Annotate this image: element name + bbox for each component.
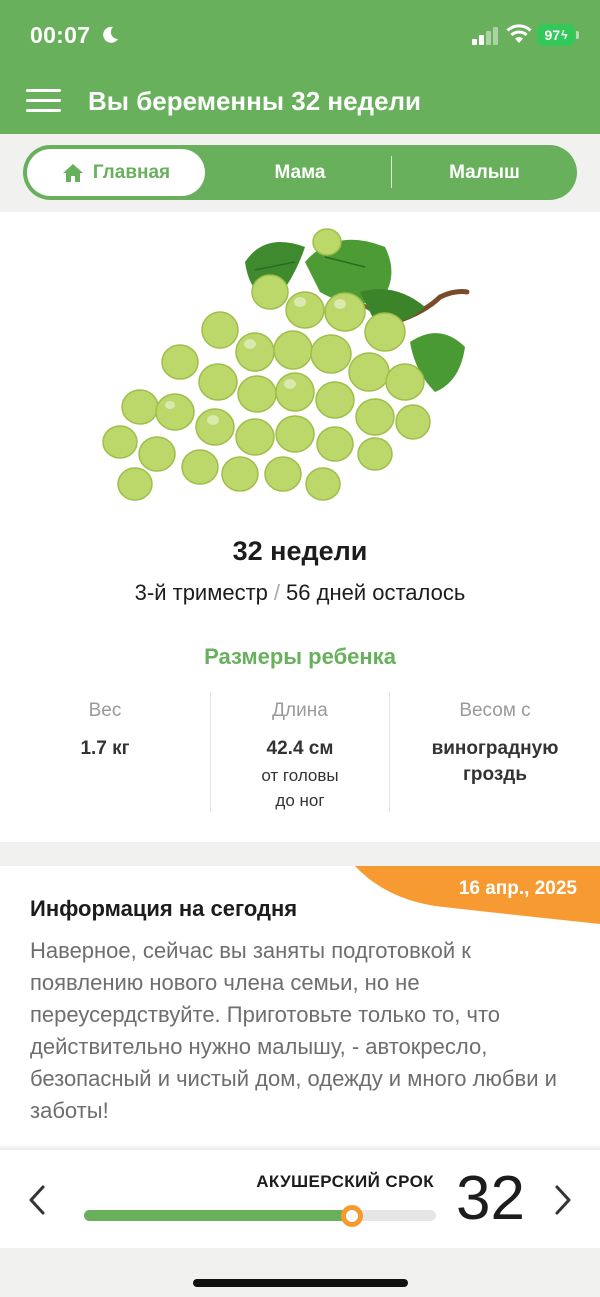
length-column: Длина 42.4 см от головы до ног xyxy=(210,700,390,812)
compare-column: Весом с виноградную гроздь xyxy=(390,700,600,788)
weight-header: Вес xyxy=(88,700,122,721)
page-title: Вы беременны 32 недели xyxy=(88,86,422,116)
battery-level: 97 xyxy=(544,27,561,43)
week-subline: 3-й триместр/56 дней осталось xyxy=(0,580,600,606)
chevron-left-icon[interactable] xyxy=(26,1183,48,1217)
length-note-line1: от головы xyxy=(261,766,339,785)
week-title: 32 недели xyxy=(232,536,368,566)
term-week-number: 32 xyxy=(456,1164,525,1233)
info-title: Информация на сегодня xyxy=(30,896,298,921)
length-value: 42.4 см xyxy=(266,738,334,759)
term-slider-fill xyxy=(84,1210,352,1221)
trimester-text: 3-й триместр xyxy=(134,580,268,605)
top-bar: 00:07 97 ϟ Вы беременны 32 недели xyxy=(0,0,600,134)
charging-bolt-icon: ϟ xyxy=(561,28,568,42)
home-indicator-area xyxy=(0,1248,600,1297)
days-left-text: 56 дней осталось xyxy=(286,580,466,605)
compare-value: виноградную гроздь xyxy=(390,736,600,788)
section-separator xyxy=(0,842,600,866)
wifi-icon xyxy=(506,24,532,43)
compare-value-line1: виноградную xyxy=(431,738,559,759)
home-icon xyxy=(62,163,83,182)
term-slider[interactable] xyxy=(84,1205,436,1227)
term-slider-thumb[interactable] xyxy=(340,1205,363,1227)
length-note-line2: до ног xyxy=(275,791,325,810)
tab-home-label: Главная xyxy=(92,161,171,183)
weight-column: Вес 1.7 кг xyxy=(30,700,180,762)
date-label: 16 апр., 2025 xyxy=(458,878,577,899)
baby-size-title: Размеры ребенка xyxy=(204,644,396,669)
tab-baby[interactable]: Малыш xyxy=(392,145,577,200)
chevron-right-icon[interactable] xyxy=(552,1183,574,1217)
status-time: 00:07 xyxy=(30,22,91,48)
home-indicator[interactable] xyxy=(193,1279,408,1287)
compare-header: Весом с xyxy=(459,700,531,721)
tab-mom[interactable]: Мама xyxy=(209,145,391,200)
tab-home[interactable]: Главная xyxy=(27,149,205,196)
hamburger-menu-icon[interactable] xyxy=(26,87,62,115)
signal-icon xyxy=(472,27,498,45)
weight-value: 1.7 кг xyxy=(80,738,130,759)
battery-icon: 97 ϟ xyxy=(537,24,575,46)
info-text: Наверное, сейчас вы заняты подготовкой к… xyxy=(30,938,557,1123)
segmented-tabs: Главная Мама Малыш xyxy=(23,145,577,200)
length-header: Длина xyxy=(272,700,328,721)
grapes-image xyxy=(102,228,470,501)
battery-tip xyxy=(576,31,579,39)
subline-separator: / xyxy=(273,580,281,605)
compare-value-line2: гроздь xyxy=(462,764,528,785)
moon-icon xyxy=(103,26,118,43)
term-label: АКУШЕРСКИЙ СРОК xyxy=(256,1172,434,1191)
